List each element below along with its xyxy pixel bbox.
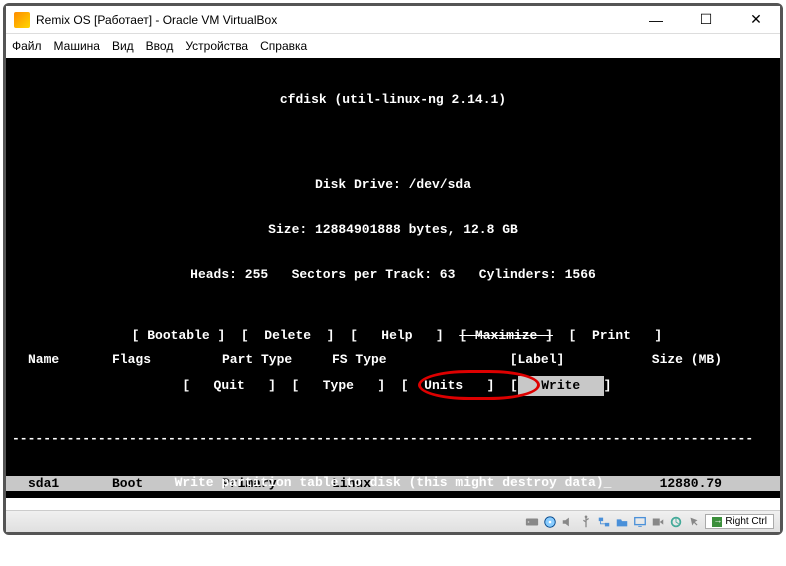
close-button[interactable]: ✕ (740, 10, 772, 30)
guest-additions-icon[interactable] (669, 515, 683, 529)
menu-machine[interactable]: Машина (54, 39, 100, 53)
usb-icon[interactable] (579, 515, 593, 529)
disk-drive: Disk Drive: /dev/sda (6, 177, 780, 192)
maximize-button[interactable]: ☐ (690, 10, 722, 30)
menu-quit-type-units[interactable]: [ Quit ] [ Type ] [ Units ] (175, 378, 510, 393)
disk-geometry: Heads: 255 Sectors per Track: 63 Cylinde… (6, 267, 780, 282)
disk-size: Size: 12884901888 bytes, 12.8 GB (6, 222, 780, 237)
hostkey-indicator[interactable]: Right Ctrl (705, 514, 774, 529)
disc-icon[interactable] (543, 515, 557, 529)
cfdisk-hint: Write partition table to disk (this migh… (6, 475, 780, 490)
arrow-icon (712, 517, 722, 527)
cfdisk-title: cfdisk (util-linux-ng 2.14.1) (6, 92, 780, 107)
menu-devices[interactable]: Устройства (185, 39, 248, 53)
window-title: Remix OS [Работает] - Oracle VM VirtualB… (36, 13, 640, 27)
network-icon[interactable] (597, 515, 611, 529)
menu-file[interactable]: Файл (12, 39, 42, 53)
menu-view[interactable]: Вид (112, 39, 134, 53)
menu-maximize[interactable]: [ Maximize ] (459, 328, 553, 343)
minimize-button[interactable]: — (640, 10, 672, 30)
titlebar: Remix OS [Работает] - Oracle VM VirtualB… (6, 6, 780, 34)
hdd-icon[interactable] (525, 515, 539, 529)
shared-folder-icon[interactable] (615, 515, 629, 529)
menu-print[interactable]: [ Print ] (553, 328, 662, 343)
menu-help[interactable]: Справка (260, 39, 307, 53)
cfdisk-menu: [ Bootable ] [ Delete ] [ Help ] [ Maxim… (6, 296, 780, 466)
menu-input[interactable]: Ввод (146, 39, 174, 53)
menu-bootable-delete-help[interactable]: [ Bootable ] [ Delete ] [ Help ] (124, 328, 459, 343)
mouse-integration-icon[interactable] (687, 515, 701, 529)
statusbar: Right Ctrl (6, 510, 780, 532)
menu-write-button[interactable]: Write (518, 376, 604, 396)
terminal[interactable]: cfdisk (util-linux-ng 2.14.1) Disk Drive… (6, 58, 780, 498)
display-icon[interactable] (633, 515, 647, 529)
app-icon (14, 12, 30, 28)
audio-icon[interactable] (561, 515, 575, 529)
recording-icon[interactable] (651, 515, 665, 529)
menubar: Файл Машина Вид Ввод Устройства Справка (6, 34, 780, 58)
